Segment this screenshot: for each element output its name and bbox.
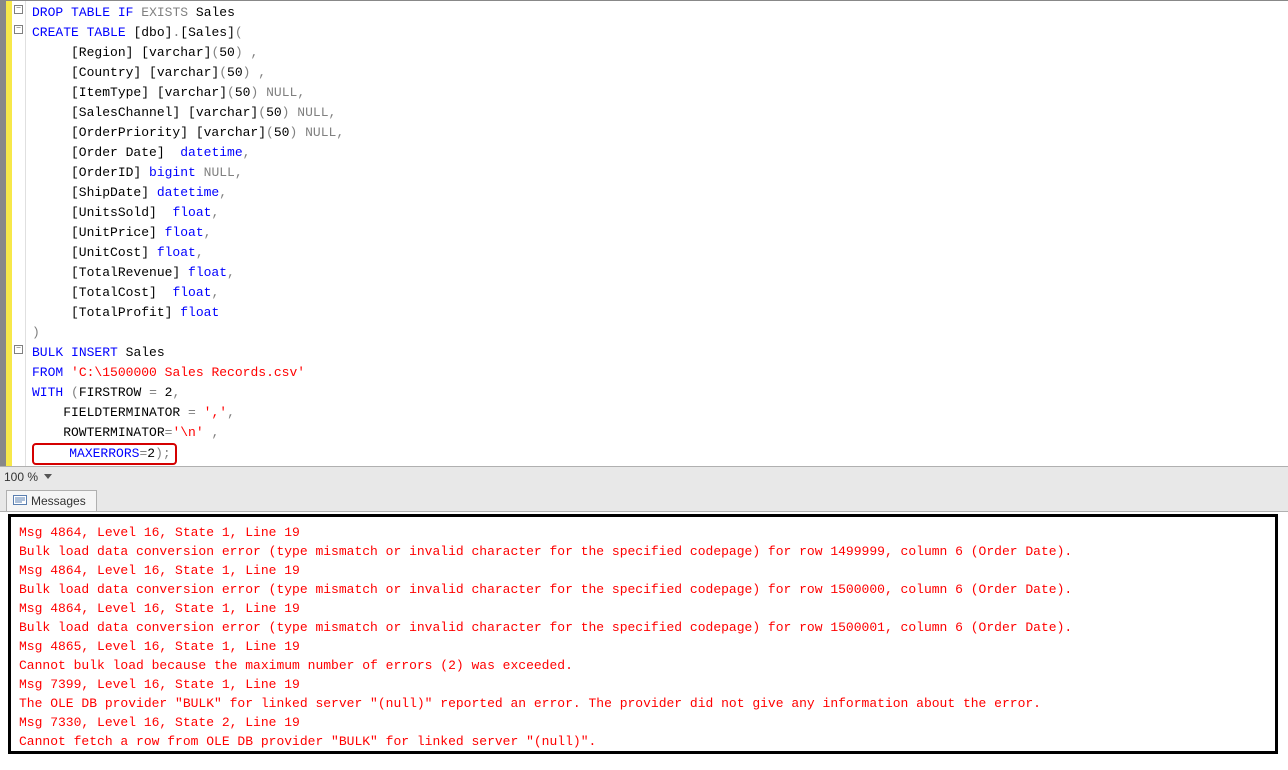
zoom-dropdown-icon[interactable] [44,474,52,479]
zoom-value[interactable]: 100 % [4,470,38,484]
fold-toggle-icon[interactable] [14,25,23,34]
tab-messages-label: Messages [31,494,86,508]
tab-messages[interactable]: Messages [6,490,97,511]
code-text-area[interactable]: DROP TABLE IF EXISTS Sales CREATE TABLE … [26,1,1288,466]
fold-toggle-icon[interactable] [14,5,23,14]
outline-margin[interactable] [12,1,26,466]
fold-toggle-icon[interactable] [14,345,23,354]
code-editor[interactable]: DROP TABLE IF EXISTS Sales CREATE TABLE … [0,1,1288,466]
zoom-bar: 100 % [0,466,1288,486]
messages-output[interactable]: Msg 4864, Level 16, State 1, Line 19 Bul… [8,514,1278,754]
results-tabs: Messages [0,486,1288,512]
messages-icon [13,495,27,507]
